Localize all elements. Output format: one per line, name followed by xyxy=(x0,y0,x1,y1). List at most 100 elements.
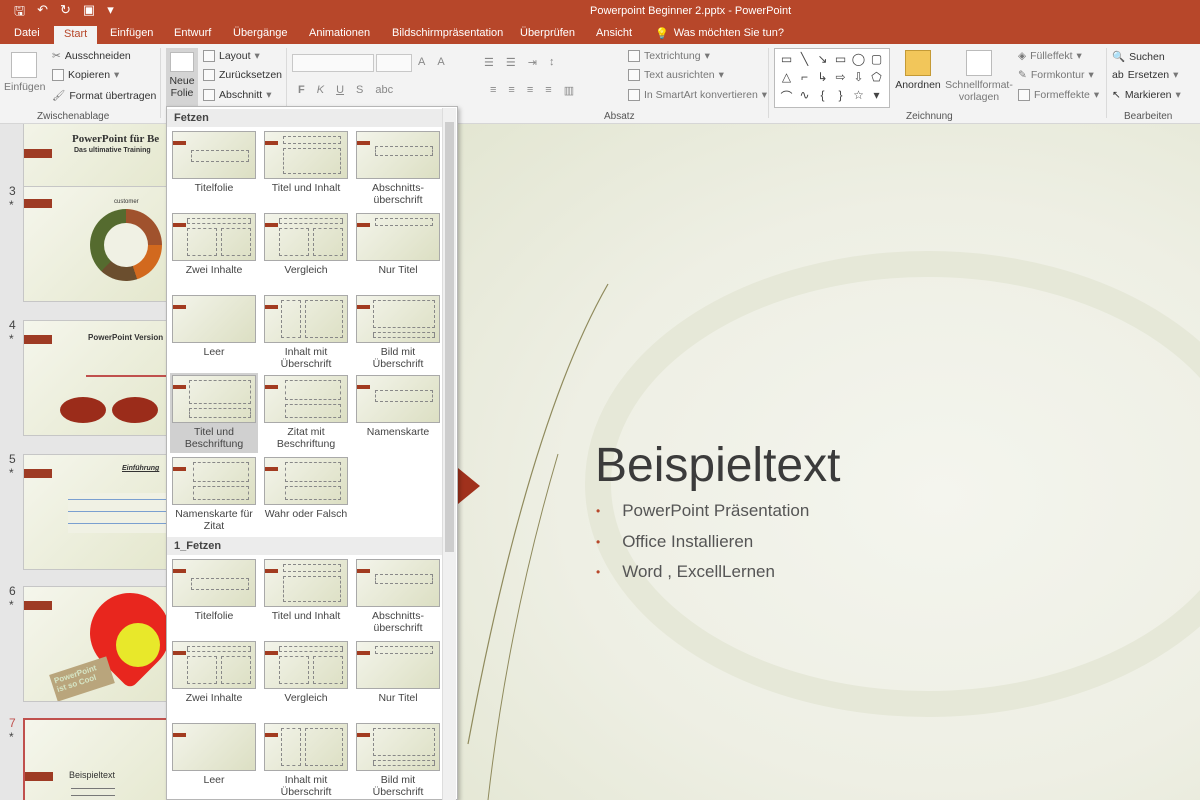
layout-option-inhalt-mit-ueberschrift[interactable]: Inhalt mit Überschrift xyxy=(262,721,350,798)
line-spacing-icon[interactable]: ↕ xyxy=(549,56,555,69)
tab-review[interactable]: Überprüfen xyxy=(520,27,575,39)
right-arrow-shape-icon[interactable]: ⇨ xyxy=(832,70,849,87)
tab-home[interactable]: Start xyxy=(54,26,98,44)
arrow-shape-icon[interactable]: ↘ xyxy=(814,52,831,69)
slide-thumbnail-5[interactable]: Einführung xyxy=(23,454,166,570)
format-painter-button[interactable]: 🖌 Format übertragen xyxy=(52,89,156,103)
align-right-icon[interactable]: ≡ xyxy=(527,84,533,97)
shape-fill-button[interactable]: ◈ Fülleffekt ▾ xyxy=(1018,50,1082,62)
cut-button[interactable]: ✂ Ausschneiden xyxy=(52,50,131,62)
bullets-icon[interactable]: ☰ xyxy=(484,56,494,69)
align-left-icon[interactable]: ≡ xyxy=(490,84,496,97)
layout-option-zwei-inhalte[interactable]: Zwei Inhalte xyxy=(170,639,258,704)
slide-bullet[interactable]: • Office Installieren xyxy=(596,532,753,552)
decrease-font-icon[interactable]: A xyxy=(437,56,444,68)
down-arrow-shape-icon[interactable]: ⇩ xyxy=(850,70,867,87)
shadow-icon[interactable]: abc xyxy=(375,84,393,96)
oval-shape-icon[interactable]: ◯ xyxy=(850,52,867,69)
layout-option-namenskarte[interactable]: Namenskarte xyxy=(354,373,442,438)
line-shape-icon[interactable]: ╲ xyxy=(796,52,813,69)
layout-button[interactable]: Layout ▾ xyxy=(203,50,260,62)
font-size-box[interactable] xyxy=(376,54,412,72)
layout-option-nur-titel[interactable]: Nur Titel xyxy=(354,211,442,276)
shape-outline-button[interactable]: ✎ Formkontur ▾ xyxy=(1018,69,1094,81)
tab-slideshow[interactable]: Bildschirmpräsentation xyxy=(392,27,503,39)
find-button[interactable]: 🔍 Suchen xyxy=(1112,50,1165,64)
layout-option-titelfolie[interactable]: Titelfolie xyxy=(170,557,258,622)
text-direction-button[interactable]: Textrichtung ▾ xyxy=(628,50,710,62)
triangle-shape-icon[interactable]: △ xyxy=(778,70,795,87)
layout-option-titel-und-inhalt[interactable]: Titel und Inhalt xyxy=(262,129,350,194)
tab-transitions[interactable]: Übergänge xyxy=(233,27,287,39)
slide-canvas[interactable]: Beispieltext • PowerPoint Präsentation •… xyxy=(458,124,1200,800)
layout-option-nur-titel[interactable]: Nur Titel xyxy=(354,639,442,704)
font-name-box[interactable] xyxy=(292,54,374,72)
layout-option-zwei-inhalte[interactable]: Zwei Inhalte xyxy=(170,211,258,276)
slide-thumbnail-3[interactable]: customer xyxy=(23,186,166,302)
rectangle-shape-icon[interactable]: ▭ xyxy=(832,52,849,69)
replace-button[interactable]: ab Ersetzen ▾ xyxy=(1112,69,1178,81)
elbow-shape-icon[interactable]: ↳ xyxy=(814,70,831,87)
scrollbar-thumb[interactable] xyxy=(445,122,454,552)
align-text-button[interactable]: Text ausrichten ▾ xyxy=(628,69,724,81)
section-button[interactable]: Abschnitt ▾ xyxy=(203,89,271,101)
columns-icon[interactable]: ▥ xyxy=(564,84,574,97)
brace-left-shape-icon[interactable]: { xyxy=(814,88,831,105)
slide-thumbnail-6[interactable]: PowerPoint ist so Cool xyxy=(23,586,166,702)
slide-bullet[interactable]: • PowerPoint Präsentation xyxy=(596,501,809,521)
tab-view[interactable]: Ansicht xyxy=(596,27,632,39)
connector-shape-icon[interactable]: ⌐ xyxy=(796,70,813,87)
copy-button[interactable]: Kopieren ▾ xyxy=(52,69,119,81)
layout-option-titel-und-inhalt[interactable]: Titel und Inhalt xyxy=(262,557,350,622)
paste-button[interactable]: Einfügen xyxy=(4,52,45,93)
indent-icon[interactable]: ⇥ xyxy=(528,56,537,69)
select-button[interactable]: ↖ Markieren ▾ xyxy=(1112,89,1181,101)
arrange-button[interactable]: Anordnen xyxy=(894,50,942,91)
slide-thumbnail-7[interactable]: Beispieltext xyxy=(23,718,166,800)
tab-file[interactable]: Datei xyxy=(14,27,40,39)
shapes-gallery[interactable]: ▭ ╲ ↘ ▭ ◯ ▢ △ ⌐ ↳ ⇨ ⇩ ⬠ ⌒ ∿ { } ☆ ▾ xyxy=(774,48,890,108)
align-center-icon[interactable]: ≡ xyxy=(508,84,514,97)
slide-bullet[interactable]: • Word , ExcellLernen xyxy=(596,562,775,582)
layout-option-bild-mit-ueberschrift[interactable]: Bild mit Überschrift xyxy=(354,293,442,370)
quick-styles-button[interactable]: Schnellformat- vorlagen xyxy=(944,50,1014,103)
layout-option-wahr-oder-falsch[interactable]: Wahr oder Falsch xyxy=(262,455,350,520)
layout-option-leer[interactable]: Leer xyxy=(170,721,258,786)
layout-option-bild-mit-ueberschrift[interactable]: Bild mit Überschrift xyxy=(354,721,442,798)
layout-option-namenskarte-fuer-zitat[interactable]: Namenskarte für Zitat xyxy=(170,455,258,532)
strikethrough-icon[interactable]: S xyxy=(356,84,363,96)
shape-effects-button[interactable]: Formeffekte ▾ xyxy=(1018,89,1099,101)
tab-animations[interactable]: Animationen xyxy=(309,27,370,39)
freeform-shape-icon[interactable]: ∿ xyxy=(796,88,813,105)
tell-me-box[interactable]: 💡 Was möchten Sie tun? xyxy=(655,27,784,40)
slide-thumbnail-4[interactable]: PowerPoint Version xyxy=(23,320,166,436)
layout-option-titelfolie[interactable]: Titelfolie xyxy=(170,129,258,194)
justify-icon[interactable]: ≡ xyxy=(545,84,551,97)
layout-option-abschnittsueberschrift[interactable]: Abschnitts- überschrift xyxy=(354,129,442,206)
more-shapes-icon[interactable]: ▾ xyxy=(868,88,885,105)
italic-icon[interactable]: K xyxy=(317,84,324,96)
curve-shape-icon[interactable]: ⌒ xyxy=(778,88,795,105)
increase-font-icon[interactable]: A xyxy=(418,56,425,68)
brace-right-shape-icon[interactable]: } xyxy=(832,88,849,105)
pentagon-shape-icon[interactable]: ⬠ xyxy=(868,70,885,87)
layout-option-inhalt-mit-ueberschrift[interactable]: Inhalt mit Überschrift xyxy=(262,293,350,370)
layout-option-zitat-mit-beschriftung[interactable]: Zitat mit Beschriftung xyxy=(262,373,350,450)
numbering-icon[interactable]: ☰ xyxy=(506,56,516,69)
rounded-rect-shape-icon[interactable]: ▢ xyxy=(868,52,885,69)
star-shape-icon[interactable]: ☆ xyxy=(850,88,867,105)
bold-icon[interactable]: F xyxy=(298,84,305,96)
new-slide-button[interactable]: Neue Folie xyxy=(166,48,198,108)
textbox-shape-icon[interactable]: ▭ xyxy=(778,52,795,69)
layout-option-leer[interactable]: Leer xyxy=(170,293,258,358)
tab-design[interactable]: Entwurf xyxy=(174,27,211,39)
gallery-scrollbar[interactable] xyxy=(442,108,456,800)
underline-icon[interactable]: U xyxy=(336,84,344,96)
layout-option-titel-und-beschriftung[interactable]: Titel und Beschriftung xyxy=(170,373,258,453)
layout-option-abschnittsueberschrift[interactable]: Abschnitts- überschrift xyxy=(354,557,442,634)
tab-insert[interactable]: Einfügen xyxy=(110,27,153,39)
reset-button[interactable]: Zurücksetzen xyxy=(203,69,282,81)
layout-option-vergleich[interactable]: Vergleich xyxy=(262,639,350,704)
smartart-button[interactable]: In SmartArt konvertieren ▾ xyxy=(628,89,767,101)
slide-title[interactable]: Beispieltext xyxy=(595,438,840,493)
